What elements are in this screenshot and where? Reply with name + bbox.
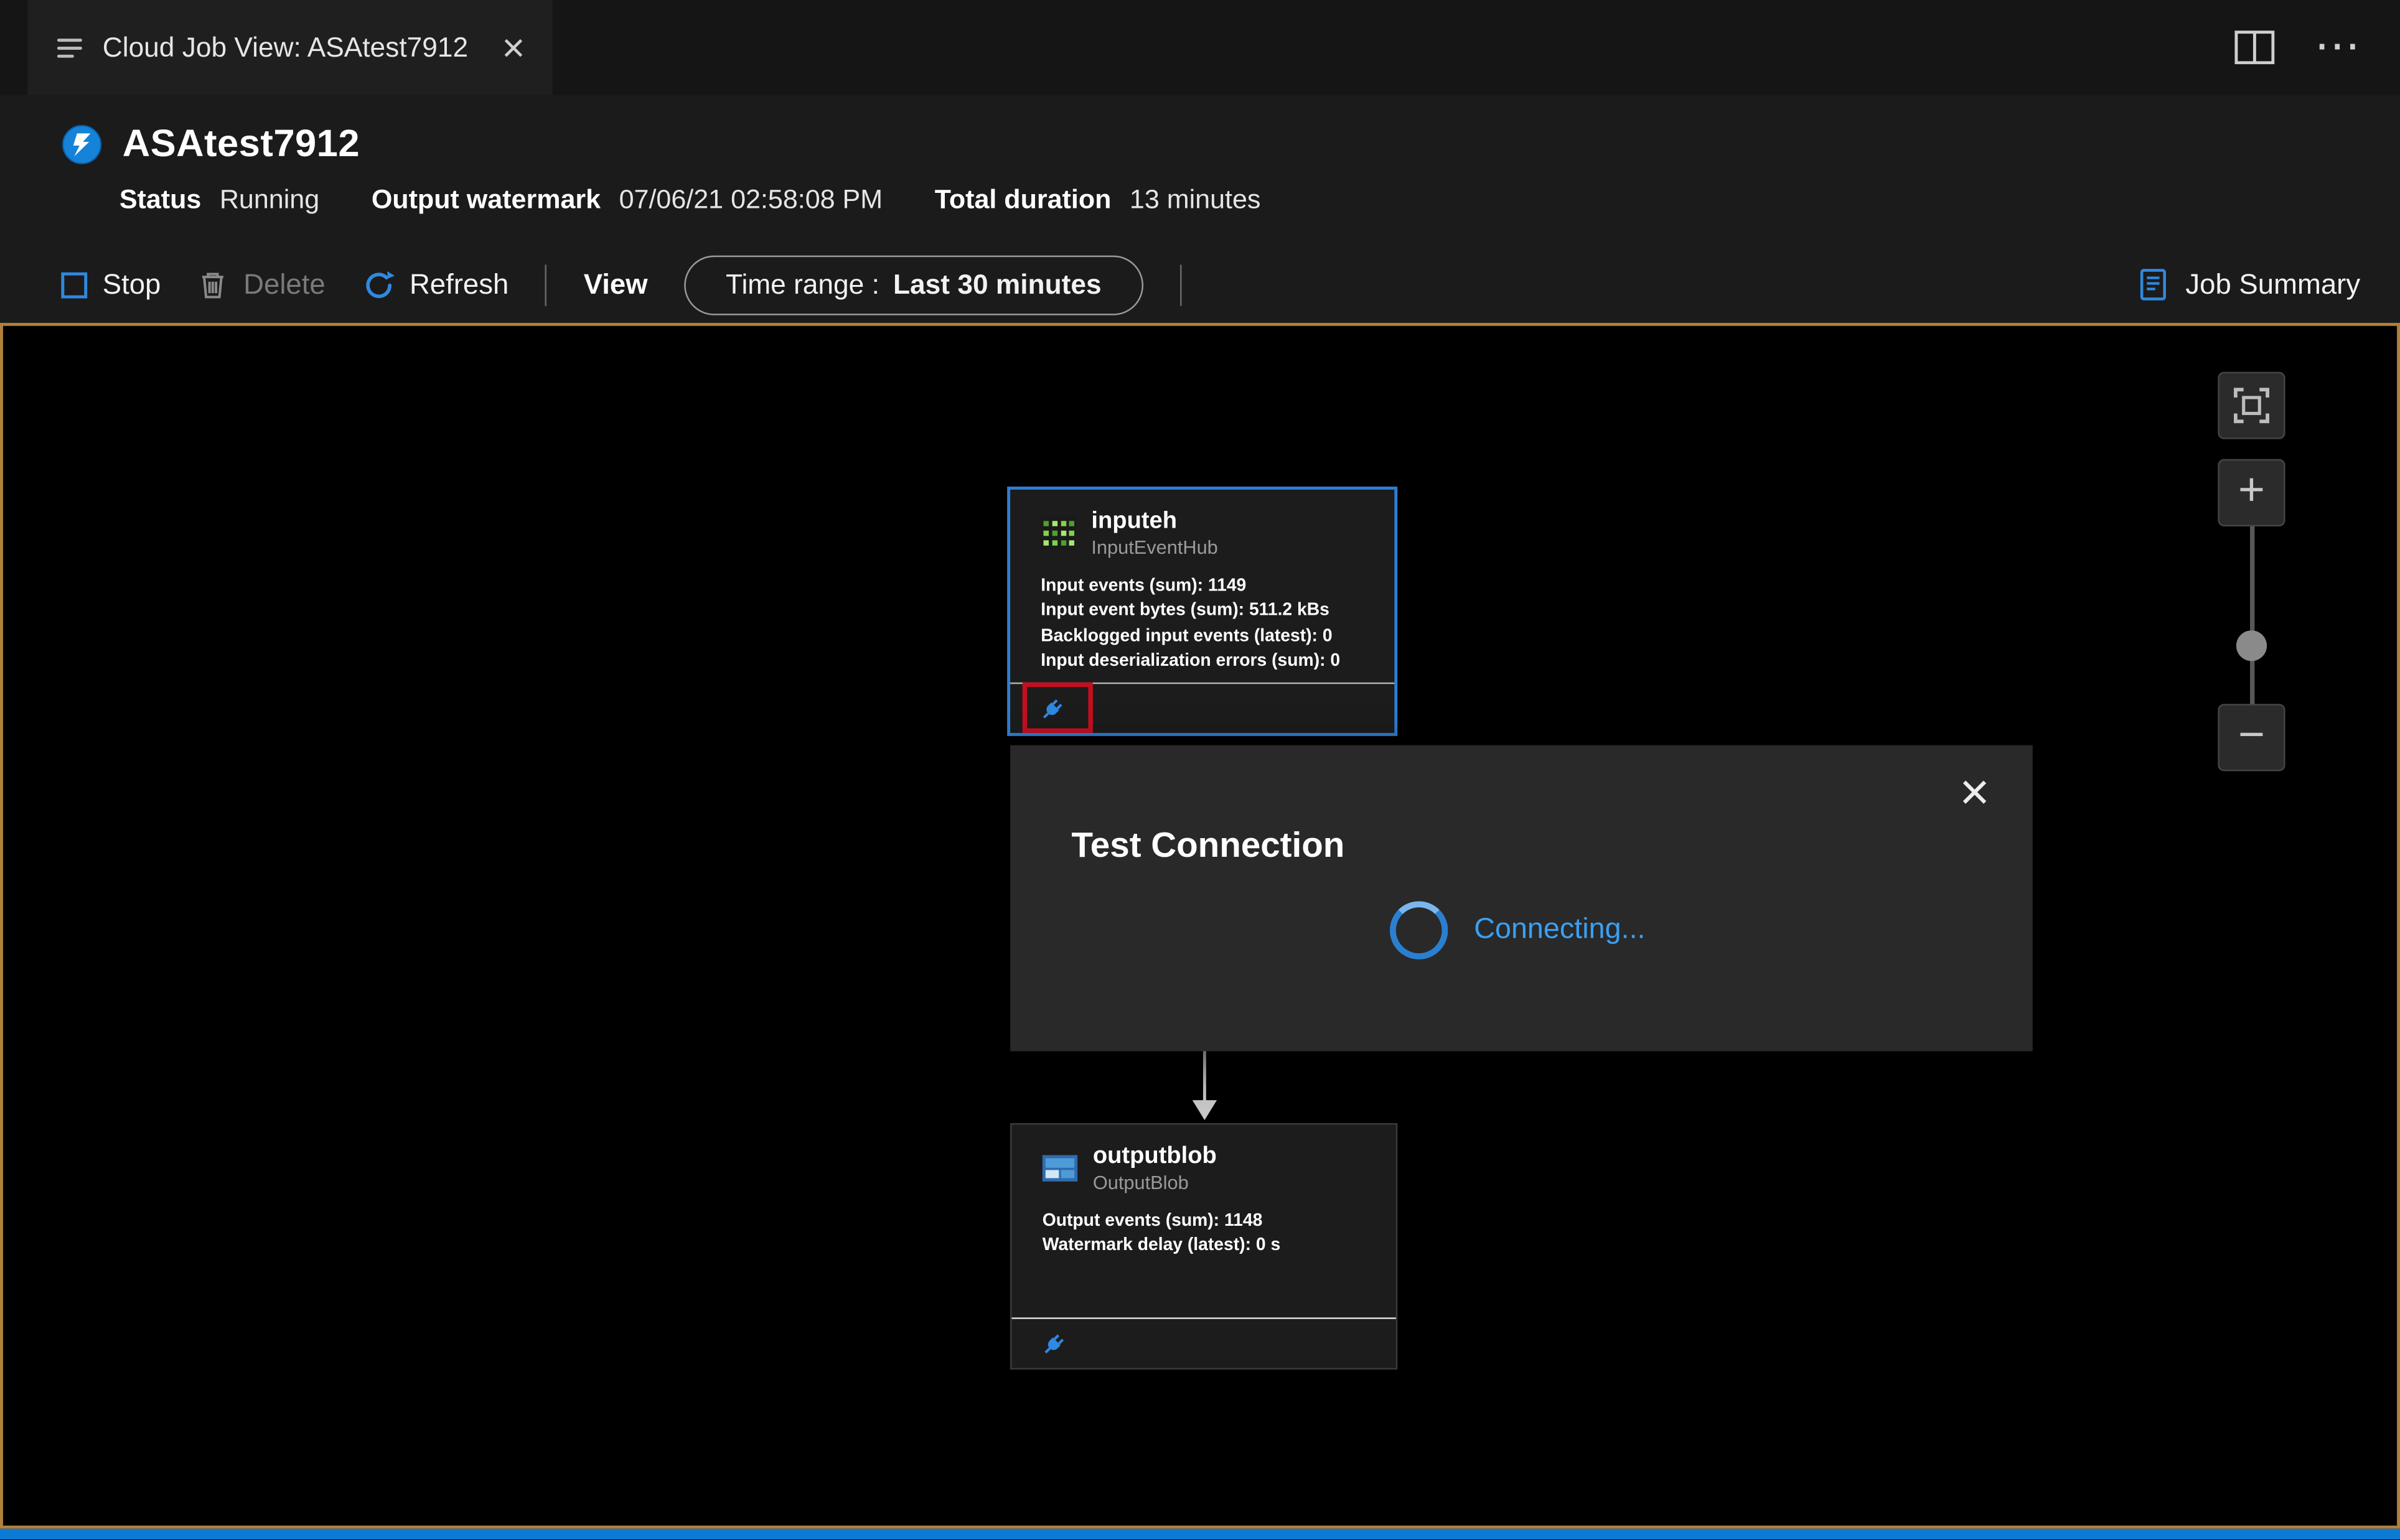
node-stat: Output events (sum): 1148 bbox=[1042, 1211, 1263, 1230]
test-connection-icon[interactable] bbox=[1039, 1332, 1067, 1359]
tab-close-icon[interactable]: × bbox=[502, 27, 525, 67]
delete-label: Delete bbox=[243, 268, 326, 301]
refresh-button[interactable]: Refresh bbox=[362, 268, 509, 301]
job-summary-icon bbox=[2137, 268, 2170, 301]
total-duration-label: Total duration bbox=[934, 184, 1112, 215]
job-toolbar: Stop Delete Refresh View Time range : La… bbox=[0, 246, 2400, 323]
output-watermark-value: 07/06/21 02:58:08 PM bbox=[619, 184, 883, 215]
minus-icon: − bbox=[2238, 710, 2266, 761]
node-titles: inputeh InputEventHub bbox=[1091, 508, 1217, 559]
toolbar-separator bbox=[545, 264, 547, 306]
node-stat: Input deserialization errors (sum): 0 bbox=[1041, 651, 1341, 671]
connecting-status: Connecting... bbox=[1474, 913, 1646, 946]
stop-label: Stop bbox=[102, 268, 161, 301]
editor-actions: ⋯ bbox=[2234, 0, 2400, 95]
node-divider bbox=[1011, 1317, 1396, 1319]
split-editor-icon[interactable] bbox=[2234, 30, 2275, 65]
node-stat: Backlogged input events (latest): 0 bbox=[1041, 627, 1333, 645]
blob-storage-icon bbox=[1042, 1151, 1078, 1187]
dialog-body: Connecting... bbox=[1389, 901, 1646, 959]
stream-analytics-logo-icon bbox=[61, 123, 102, 164]
node-title: inputeh bbox=[1091, 508, 1178, 534]
job-title: ASAtest7912 bbox=[122, 121, 360, 165]
stop-button[interactable]: Stop bbox=[61, 268, 161, 301]
status-value: Running bbox=[219, 184, 320, 215]
highlight-box bbox=[1022, 682, 1093, 733]
delete-button[interactable]: Delete bbox=[197, 268, 326, 301]
time-range-value: Last 30 minutes bbox=[893, 268, 1102, 299]
status-field: Status Running bbox=[120, 184, 319, 216]
fit-to-screen-icon bbox=[2232, 386, 2272, 426]
node-stat: Input events (sum): 1149 bbox=[1041, 576, 1247, 595]
node-stats: Input events (sum): 1149 Input event byt… bbox=[1010, 559, 1394, 674]
status-bar bbox=[0, 1528, 2400, 1539]
zoom-slider-handle[interactable] bbox=[2236, 630, 2267, 661]
time-range-label: Time range : bbox=[726, 268, 879, 299]
zoom-in-button[interactable]: + bbox=[2218, 459, 2285, 526]
test-connection-dialog: × Test Connection Connecting... bbox=[1010, 745, 2033, 1052]
flow-edge-arrowhead bbox=[1192, 1100, 1217, 1121]
node-stats: Output events (sum): 1148 Watermark dela… bbox=[1012, 1195, 1396, 1259]
status-label: Status bbox=[119, 184, 202, 215]
zoom-out-button[interactable]: − bbox=[2218, 704, 2285, 772]
job-header: ASAtest7912 Status Running Output waterm… bbox=[0, 95, 2400, 246]
node-subtitle: InputEventHub bbox=[1091, 536, 1218, 558]
plus-icon: + bbox=[2238, 465, 2266, 516]
loading-spinner bbox=[1389, 901, 1448, 959]
refresh-label: Refresh bbox=[409, 268, 509, 301]
tab-title: Cloud Job View: ASAtest7912 bbox=[102, 31, 469, 62]
time-range-selector[interactable]: Time range : Last 30 minutes bbox=[684, 254, 1143, 315]
output-watermark-label: Output watermark bbox=[371, 184, 601, 215]
stop-icon bbox=[61, 271, 88, 298]
zoom-slider-track[interactable] bbox=[2250, 523, 2255, 711]
node-header: inputeh InputEventHub bbox=[1010, 490, 1394, 559]
job-summary-button[interactable]: Job Summary bbox=[2137, 268, 2360, 301]
node-titles: outputblob OutputBlob bbox=[1093, 1143, 1217, 1195]
dialog-title: Test Connection bbox=[1071, 824, 1345, 865]
diagram-node-inputeh[interactable]: inputeh InputEventHub Input events (sum)… bbox=[1007, 487, 1398, 736]
editor-tab-bar: Cloud Job View: ASAtest7912 × ⋯ bbox=[0, 0, 2400, 95]
more-actions-icon[interactable]: ⋯ bbox=[2314, 24, 2360, 70]
job-diagram-canvas[interactable]: inputeh InputEventHub Input events (sum)… bbox=[0, 322, 2400, 1529]
tab-cloud-job-view[interactable]: Cloud Job View: ASAtest7912 × bbox=[27, 0, 553, 95]
job-meta: Status Running Output watermark 07/06/21… bbox=[120, 184, 2400, 216]
job-summary-label: Job Summary bbox=[2185, 268, 2361, 301]
node-subtitle: OutputBlob bbox=[1092, 1171, 1189, 1193]
view-menu[interactable]: View bbox=[584, 268, 648, 301]
fit-to-screen-button[interactable] bbox=[2218, 371, 2285, 439]
diagram-node-outputblob[interactable]: outputblob OutputBlob Output events (sum… bbox=[1010, 1123, 1398, 1370]
total-duration-field: Total duration 13 minutes bbox=[935, 184, 1261, 216]
dialog-close-icon[interactable]: × bbox=[1959, 767, 1990, 819]
node-title: outputblob bbox=[1092, 1143, 1217, 1169]
job-title-row: ASAtest7912 bbox=[61, 114, 2400, 172]
job-view-icon bbox=[55, 33, 85, 62]
output-watermark-field: Output watermark 07/06/21 02:58:08 PM bbox=[372, 184, 883, 216]
node-header: outputblob OutputBlob bbox=[1012, 1125, 1396, 1195]
app-window: Cloud Job View: ASAtest7912 × ⋯ ASAtest7… bbox=[0, 0, 2400, 1539]
trash-icon bbox=[197, 269, 228, 300]
total-duration-value: 13 minutes bbox=[1129, 184, 1261, 215]
node-stat: Input event bytes (sum): 511.2 kBs bbox=[1041, 601, 1329, 620]
toolbar-separator bbox=[1179, 264, 1181, 306]
event-hub-icon bbox=[1041, 516, 1076, 552]
node-stat: Watermark delay (latest): 0 s bbox=[1042, 1236, 1281, 1255]
refresh-icon bbox=[362, 269, 395, 301]
